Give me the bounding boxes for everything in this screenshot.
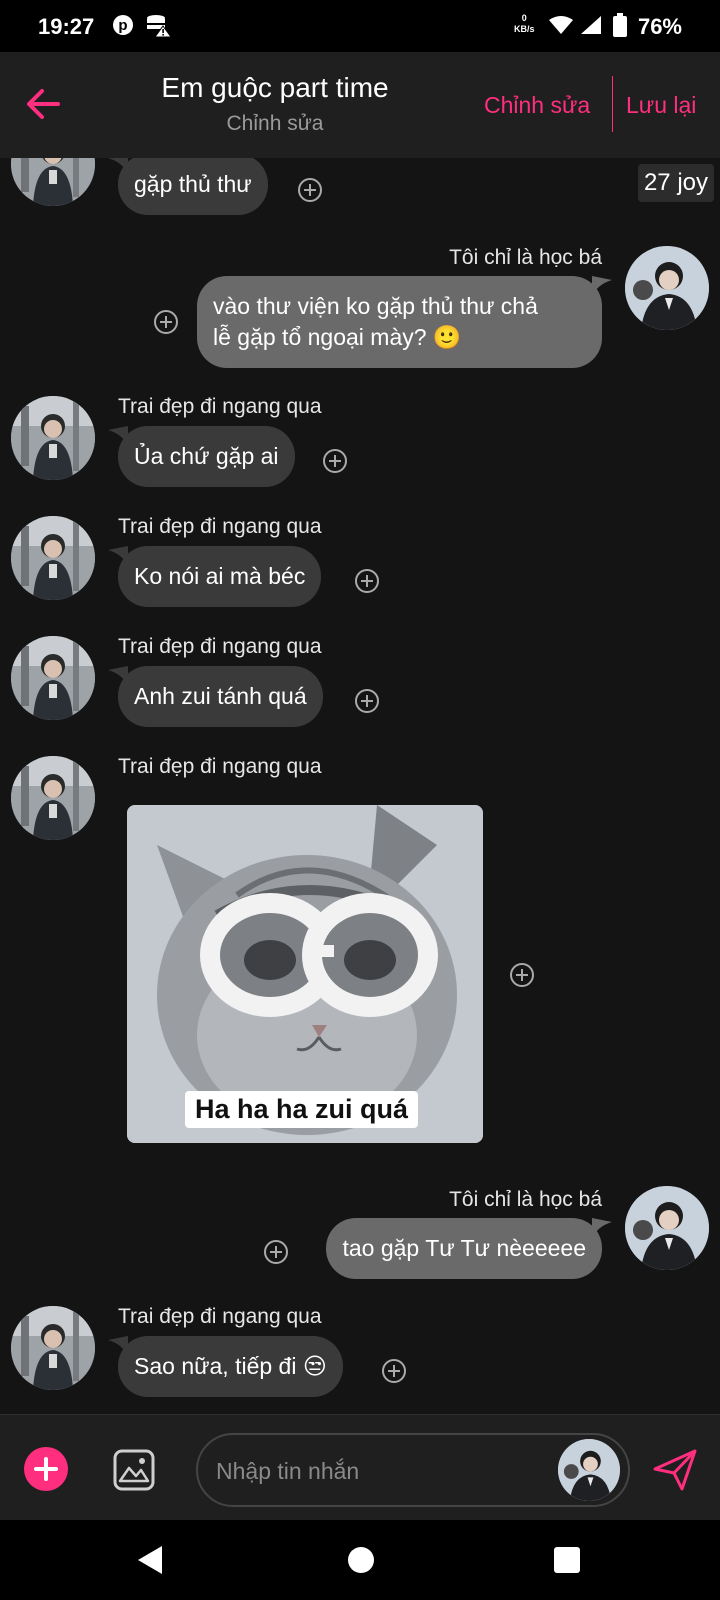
status-bar: 19:27 p 0 KB/s 76% [0, 0, 720, 52]
message-bubble[interactable]: gặp thủ thư [118, 158, 268, 215]
system-navigation-bar [0, 1520, 720, 1600]
message-text: Ủa chứ gặp ai [134, 443, 279, 469]
message-text: Ko nói ai mà béc [134, 563, 306, 589]
avatar[interactable] [11, 516, 95, 600]
add-reaction-icon[interactable] [509, 962, 535, 988]
nav-back-icon[interactable] [136, 1544, 164, 1576]
message-list[interactable]: 27 joy gặp thủ thư Tôi chỉ là học bá vào… [0, 158, 720, 1414]
sender-avatar-selector[interactable] [558, 1439, 620, 1501]
image-picker-button[interactable] [112, 1448, 156, 1492]
add-reaction-icon[interactable] [354, 688, 380, 714]
message-input-placeholder: Nhập tin nhắn [216, 1458, 360, 1484]
status-time: 19:27 [38, 14, 95, 39]
svg-text:p: p [118, 17, 127, 34]
nav-home-icon[interactable] [348, 1547, 374, 1573]
message-text: gặp thủ thư [134, 171, 252, 197]
message-bubble[interactable]: vào thư viện ko gặp thủ thư chả lễ gặp t… [197, 276, 602, 368]
sender-name: Tôi chỉ là học bá [449, 246, 602, 269]
message-text: Anh zui tánh quá [134, 683, 307, 709]
edit-button[interactable]: Chỉnh sửa [484, 92, 590, 119]
network-speed-value: 0 [521, 13, 527, 23]
add-attachment-button[interactable] [24, 1447, 68, 1491]
sender-name: Trai đẹp đi ngang qua [118, 1305, 322, 1328]
message-text: vào thư viện ko gặp thủ thư chả [213, 293, 538, 319]
sender-name: Trai đẹp đi ngang qua [118, 755, 322, 778]
avatar[interactable] [11, 1306, 95, 1390]
nav-recents-icon[interactable] [554, 1547, 580, 1573]
back-button[interactable] [20, 80, 68, 128]
message-text: tao gặp Tư Tư nèeeeee [342, 1235, 586, 1261]
message-bubble[interactable]: tao gặp Tư Tư nèeeeee [326, 1218, 602, 1279]
chat-header: Em guộc part time Chỉnh sửa Chỉnh sửa Lư… [0, 52, 720, 158]
send-button[interactable] [652, 1447, 698, 1493]
network-speed: 0 KB/s [514, 13, 535, 35]
battery-percent: 76% [637, 14, 682, 39]
sticker-caption: Ha ha ha zui quá [185, 1091, 419, 1128]
wifi-icon [548, 15, 574, 40]
avatar[interactable] [11, 756, 95, 840]
conversation-title-block: Em guộc part time Chỉnh sửa [130, 72, 420, 136]
pinterest-icon: p [112, 14, 134, 41]
message-text-line2: lễ gặp tổ ngoại mày? 🙂 [213, 324, 462, 350]
header-divider [612, 76, 613, 132]
sender-name: Trai đẹp đi ngang qua [118, 395, 322, 418]
add-reaction-icon[interactable] [297, 177, 323, 203]
message-composer: Nhập tin nhắn [0, 1414, 720, 1520]
image-icon [113, 1449, 155, 1491]
avatar[interactable] [625, 246, 709, 330]
add-reaction-icon[interactable] [153, 309, 179, 335]
network-speed-unit: KB/s [514, 24, 535, 34]
add-reaction-icon[interactable] [381, 1358, 407, 1384]
message-bubble[interactable]: Ủa chứ gặp ai [118, 426, 295, 487]
sender-name: Trai đẹp đi ngang qua [118, 515, 322, 538]
message-bubble[interactable]: Sao nữa, tiếp đi 😒 [118, 1336, 343, 1397]
conversation-subtitle: Chỉnh sửa [226, 112, 324, 135]
add-reaction-icon[interactable] [263, 1239, 289, 1265]
save-button[interactable]: Lưu lại [626, 92, 696, 119]
battery-icon [613, 13, 627, 42]
sender-name: Tôi chỉ là học bá [449, 1188, 602, 1211]
add-reaction-icon[interactable] [354, 568, 380, 594]
message-input[interactable]: Nhập tin nhắn [196, 1433, 630, 1507]
data-saver-warning-icon [146, 14, 172, 43]
add-reaction-icon[interactable] [322, 448, 348, 474]
back-arrow-icon [27, 89, 60, 119]
plus-icon [34, 1457, 58, 1481]
avatar[interactable] [11, 158, 95, 206]
avatar[interactable] [625, 1186, 709, 1270]
avatar[interactable] [11, 396, 95, 480]
message-text: Sao nữa, tiếp đi 😒 [134, 1353, 327, 1379]
message-bubble[interactable]: Ko nói ai mà béc [118, 546, 322, 607]
message-bubble[interactable]: Anh zui tánh quá [118, 666, 323, 727]
conversation-title: Em guộc part time [161, 72, 389, 103]
avatar[interactable] [11, 636, 95, 720]
date-chip: 27 joy [637, 164, 714, 202]
signal-icon [580, 15, 602, 40]
chat-screen: 19:27 p 0 KB/s 76% Em guộc part time Chỉ… [0, 0, 720, 1600]
cat-sticker[interactable]: Ha ha ha zui quá [127, 805, 483, 1143]
send-icon [653, 1449, 697, 1491]
sender-name: Trai đẹp đi ngang qua [118, 635, 322, 658]
